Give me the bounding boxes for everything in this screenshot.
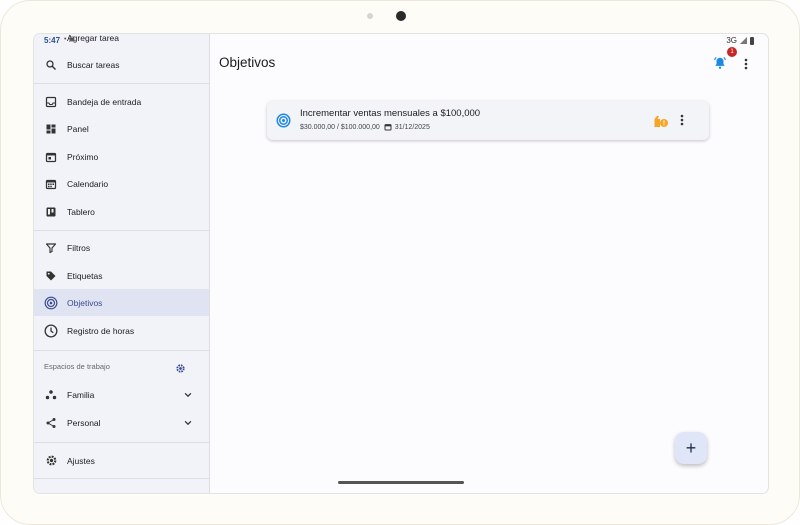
sidebar-item-calendar[interactable]: Calendario [34, 170, 209, 197]
warning-status-icon [653, 114, 669, 128]
sidebar-item-board[interactable]: Tablero [34, 198, 209, 225]
sidebar-item-label: Filtros [67, 242, 91, 253]
sidebar-item-label: Etiquetas [67, 270, 103, 281]
group-icon [44, 388, 58, 402]
clock-icon [44, 324, 58, 338]
sidebar-item-inbox[interactable]: Bandeja de entrada [34, 88, 209, 115]
gear-icon [44, 454, 58, 468]
page-title: Objetivos [219, 55, 276, 70]
divider [34, 230, 209, 231]
goal-progress-text: $30.000,00 / $100.000,00 [300, 123, 380, 131]
sidebar-item-settings[interactable]: Ajustes [34, 447, 209, 474]
chevron-down-icon[interactable] [183, 418, 193, 428]
status-notification-icons: • ▣ [64, 36, 76, 43]
sidebar-item-label: Ajustes [67, 455, 95, 466]
more-vert-icon[interactable] [740, 57, 752, 71]
board-icon [44, 205, 58, 219]
goal-title: Incrementar ventas mensuales a $100,000 [300, 108, 481, 119]
status-bar: 5:47 • ▣ 3G [34, 34, 768, 48]
sidebar-item-label: Familia [67, 389, 95, 400]
sidebar-item-upcoming[interactable]: Próximo [34, 143, 209, 170]
sidebar-workspace-personal[interactable]: Personal [34, 409, 209, 436]
workspaces-heading: Espacios de trabajo [44, 362, 110, 371]
sidebar-item-filters[interactable]: Filtros [34, 234, 209, 261]
sidebar-item-search[interactable]: Buscar tareas [34, 51, 209, 78]
share-icon [44, 416, 58, 430]
dashboard-icon [44, 122, 58, 136]
sidebar-item-label: Buscar tareas [67, 59, 120, 70]
sidebar-item-label: Tablero [67, 206, 95, 217]
divider [34, 83, 209, 84]
calendar-icon [384, 123, 392, 131]
sidebar-item-label: Objetivos [67, 297, 103, 308]
status-time: 5:47 [44, 36, 61, 45]
sensor-dot [367, 13, 373, 19]
network-label: 3G [726, 36, 737, 45]
divider [34, 350, 209, 351]
target-icon [44, 296, 58, 310]
goal-due-date: 31/12/2025 [394, 123, 430, 131]
filter-icon [44, 241, 58, 255]
app-screen: 5:47 • ▣ 3G Agregar tarea Buscar tareas [34, 34, 768, 493]
search-icon [44, 58, 58, 72]
workspace-settings-gear-icon[interactable] [175, 361, 186, 373]
divider [34, 478, 209, 479]
main-content: Objetivos 1 Incrementar ventas mensuales… [210, 34, 768, 493]
front-camera [396, 11, 406, 21]
goal-target-icon [276, 113, 291, 128]
battery-icon [750, 36, 754, 45]
sidebar-item-panel[interactable]: Panel [34, 115, 209, 142]
tablet-frame: 5:47 • ▣ 3G Agregar tarea Buscar tareas [0, 0, 800, 525]
divider [34, 442, 209, 443]
calendar-month-icon [44, 177, 58, 191]
notification-bell-icon[interactable] [713, 56, 727, 70]
goal-meta: $30.000,00 / $100.000,00 31/12/2025 [300, 123, 430, 131]
add-goal-button[interactable]: + [675, 432, 707, 464]
sidebar-item-label: Bandeja de entrada [67, 96, 142, 107]
notification-badge: 1 [727, 47, 737, 57]
navigation-drawer: Agregar tarea Buscar tareas Bandeja de e… [34, 34, 210, 493]
sidebar-item-time-log[interactable]: Registro de horas [34, 317, 209, 344]
goal-card[interactable]: Incrementar ventas mensuales a $100,000 … [267, 101, 709, 140]
signal-icon [740, 37, 747, 44]
sidebar-item-goals[interactable]: Objetivos [34, 289, 209, 316]
sidebar-item-label: Calendario [67, 178, 109, 189]
sidebar-workspace-familia[interactable]: Familia [34, 381, 209, 408]
chevron-down-icon[interactable] [183, 390, 193, 400]
gesture-home-bar [338, 481, 464, 484]
calendar-today-icon [44, 150, 58, 164]
sidebar-item-label: Personal [67, 417, 101, 428]
inbox-icon [44, 95, 58, 109]
sidebar-item-labels[interactable]: Etiquetas [34, 262, 209, 289]
tag-icon [44, 269, 58, 283]
sidebar-item-label: Registro de horas [67, 325, 135, 336]
sidebar-item-label: Próximo [67, 151, 99, 162]
sidebar-item-label: Panel [67, 123, 89, 134]
goal-more-vert-icon[interactable] [676, 113, 688, 127]
